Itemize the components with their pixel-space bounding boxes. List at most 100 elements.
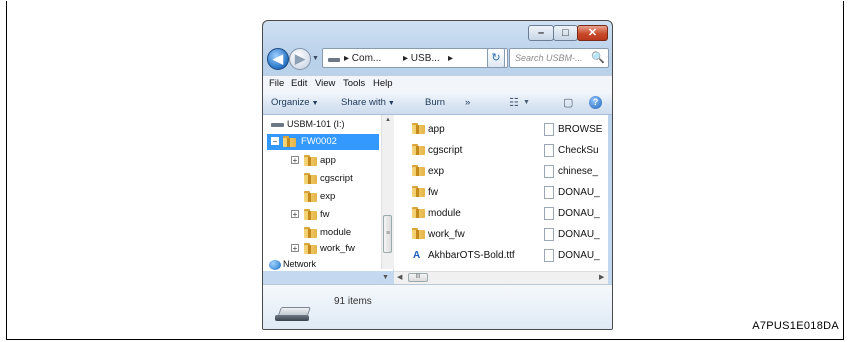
usb-drive-icon <box>275 303 312 323</box>
file-item-chinese[interactable]: chinese_ <box>544 163 608 181</box>
folder-icon <box>304 209 317 221</box>
forward-button[interactable]: ▶ <box>289 48 311 70</box>
search-icon[interactable]: 🔍 <box>591 51 605 64</box>
file-name: DONAU_ <box>558 187 600 198</box>
share-with-button[interactable]: Share with ▼ <box>341 97 395 108</box>
tree-label: cgscript <box>320 173 353 184</box>
more-commands-button[interactable]: » <box>465 97 470 108</box>
tree-label: Network <box>283 259 317 269</box>
network-icon <box>269 260 281 270</box>
item-count: 91 items <box>334 296 372 307</box>
refresh-icon: ↻ <box>491 52 501 64</box>
file-item-cgscript[interactable]: cgscript <box>412 142 532 160</box>
breadcrumb-computer[interactable]: ▸ Com... <box>344 53 381 64</box>
tree-item-cgscript[interactable]: cgscript <box>263 171 381 187</box>
address-bar[interactable]: ▸ Com... ▸ USB... ▸ ▼ <box>322 48 508 68</box>
details-pane: 91 items <box>263 284 612 329</box>
tree-label: FW0002 <box>301 136 337 147</box>
file-item-checksum[interactable]: CheckSu <box>544 142 608 160</box>
expand-icon[interactable]: + <box>291 210 299 219</box>
minimize-button[interactable]: – <box>528 25 554 41</box>
hscroll-thumb[interactable]: III <box>408 273 428 282</box>
help-icon[interactable]: ? <box>589 96 602 109</box>
change-view-icon[interactable]: ☷ <box>509 96 519 109</box>
refresh-button[interactable]: ↻ <box>487 48 505 68</box>
file-item-app[interactable]: app <box>412 121 532 139</box>
command-bar: Organize ▼ Share with ▼ Burn » ☷ ▼ ▢ ? <box>263 92 612 115</box>
tree-item-app[interactable]: + app <box>263 153 381 169</box>
file-item-donau-3[interactable]: DONAU_ <box>544 226 608 244</box>
maximize-button[interactable]: □ <box>553 25 578 41</box>
preview-pane-icon[interactable]: ▢ <box>563 96 573 109</box>
minimize-icon: – <box>537 27 545 39</box>
document-icon <box>544 186 554 199</box>
forward-arrow-icon: ▶ <box>295 51 305 66</box>
tree-drive-label: USBM-101 (I:) <box>287 119 345 129</box>
breadcrumb-separator[interactable]: ▸ <box>448 53 453 64</box>
file-item-font[interactable]: A AkhbarOTS-Bold.ttf <box>412 247 542 265</box>
file-item-browse[interactable]: BROWSE <box>544 121 608 139</box>
organize-button[interactable]: Organize ▼ <box>271 97 319 108</box>
search-box[interactable]: Search USBM-... 🔍 <box>509 48 609 68</box>
share-caret-icon: ▼ <box>387 100 395 107</box>
font-file-icon: A <box>413 250 421 261</box>
folder-icon <box>412 123 425 135</box>
tree-item-drive[interactable]: USBM-101 (I:) <box>263 117 381 133</box>
file-item-module[interactable]: module <box>412 205 532 223</box>
file-item-donau-2[interactable]: DONAU_ <box>544 205 608 223</box>
file-item-work-fw[interactable]: work_fw <box>412 226 532 244</box>
folder-icon <box>412 207 425 219</box>
tree-item-fw0002[interactable]: − FW0002 <box>267 134 379 150</box>
close-button[interactable]: ✕ <box>577 25 608 41</box>
scroll-left-icon[interactable]: ◀ <box>397 273 402 281</box>
tree-item-exp[interactable]: exp <box>263 189 381 205</box>
burn-button[interactable]: Burn <box>425 97 445 108</box>
drive-icon <box>328 58 340 62</box>
explorer-window: – □ ✕ ◀ ▶ ▼ ▸ Com... ▸ USB... ▸ ▼ ↻ Sear… <box>262 20 613 330</box>
maximize-icon: □ <box>562 27 569 39</box>
breadcrumb-usb[interactable]: ▸ USB... <box>403 53 440 64</box>
file-name: CheckSu <box>558 145 599 156</box>
recent-pages-dropdown[interactable]: ▼ <box>312 55 319 62</box>
menu-help[interactable]: Help <box>373 78 393 89</box>
tree-item-module[interactable]: module <box>263 225 381 241</box>
back-button[interactable]: ◀ <box>267 48 289 70</box>
scroll-right-icon[interactable]: ▶ <box>599 273 604 281</box>
file-name: exp <box>428 166 445 177</box>
tree-vertical-scrollbar[interactable]: ▲ ≡ <box>381 115 394 269</box>
tree-label: exp <box>320 191 336 202</box>
expand-icon[interactable]: + <box>291 156 299 165</box>
tree-item-fw[interactable]: + fw <box>263 207 381 223</box>
collapse-icon[interactable]: − <box>271 137 279 146</box>
navigation-pane: USBM-101 (I:) − FW0002 + app cgscript ex… <box>263 115 394 271</box>
menu-view[interactable]: View <box>315 78 335 89</box>
file-name: chinese_ <box>558 166 599 177</box>
tree-label: fw <box>320 209 330 220</box>
file-name: DONAU_ <box>558 229 600 240</box>
file-name: module <box>428 208 461 219</box>
back-arrow-icon: ◀ <box>273 51 283 66</box>
file-horizontal-scrollbar[interactable]: ◀ III ▶ <box>394 271 608 284</box>
title-bar: – □ ✕ <box>263 21 612 45</box>
scroll-thumb[interactable]: ≡ <box>383 215 392 253</box>
scroll-down-icon[interactable]: ▼ <box>382 274 389 281</box>
menu-file[interactable]: File <box>269 78 284 89</box>
file-item-exp[interactable]: exp <box>412 163 532 181</box>
menu-bar: File Edit View Tools Help <box>263 75 612 93</box>
expand-icon[interactable]: + <box>291 244 299 253</box>
tree-item-work-fw[interactable]: + work_fw <box>263 241 381 257</box>
scroll-up-icon[interactable]: ▲ <box>382 117 394 123</box>
file-name: DONAU_ <box>558 208 600 219</box>
view-options-dropdown-icon[interactable]: ▼ <box>523 99 530 106</box>
tree-item-network[interactable]: Network <box>263 259 381 271</box>
file-name: AkhbarOTS-Bold.ttf <box>428 250 515 261</box>
file-item-donau-1[interactable]: DONAU_ <box>544 184 608 202</box>
file-item-fw[interactable]: fw <box>412 184 532 202</box>
tree-label: app <box>320 155 336 166</box>
close-icon: ✕ <box>587 27 598 39</box>
document-icon <box>544 228 554 241</box>
menu-edit[interactable]: Edit <box>291 78 307 89</box>
file-item-donau-4[interactable]: DONAU_ <box>544 247 608 265</box>
menu-tools[interactable]: Tools <box>343 78 365 89</box>
tree-label: work_fw <box>320 243 355 254</box>
